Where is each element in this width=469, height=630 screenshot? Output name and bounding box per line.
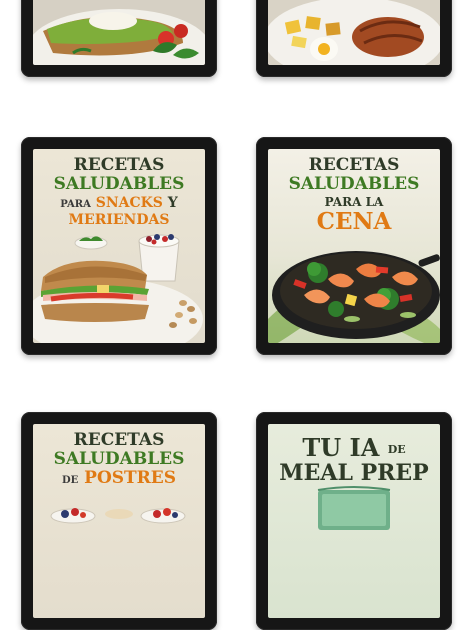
ebook-tablet-breakfast[interactable] (21, 0, 217, 77)
ebook-tablet-desserts[interactable]: RECETAS SALUDABLES DE POSTRES (21, 412, 217, 630)
cover-title-line2: SALUDABLES (53, 174, 185, 194)
cover-title-ia: TU IA (302, 433, 380, 462)
food-photo-chicken-egg-plate (268, 0, 440, 65)
cover-title-line3: PARA SNACKS Y (33, 196, 205, 210)
cover-title-line1: RECETAS (73, 155, 165, 175)
ebook-cover-desserts: RECETAS SALUDABLES DE POSTRES (33, 424, 205, 618)
ebook-tablet-meal-prep[interactable]: TU IA DE MEAL PREP (256, 412, 452, 630)
ebook-tablet-lunch[interactable] (256, 0, 452, 77)
cover-title-prefix: PARA (60, 199, 91, 210)
cover-title-line4: MERIENDAS (68, 212, 170, 228)
ebook-cover-lunch (268, 0, 440, 65)
cover-title-suffix: Y (167, 195, 178, 211)
ebook-cover-snacks: RECETAS SALUDABLES PARA SNACKS Y MERIEND… (33, 149, 205, 343)
cover-title-highlight: POSTRES (84, 468, 177, 488)
cover-title-highlight: SNACKS (95, 195, 163, 211)
cover-title-line1: TU IA DE (268, 436, 440, 460)
ebook-cover-dinner: RECETAS SALUDABLES PARA LA CENA (268, 149, 440, 343)
cover-title-line3: DE POSTRES (33, 470, 205, 487)
food-photo-toast-avocado (33, 0, 205, 65)
cover-title-de: DE (387, 443, 406, 456)
cover-title-line3: PARA LA (324, 195, 384, 209)
cover-title-line1: RECETAS (308, 155, 400, 175)
cover-title-line2: MEAL PREP (279, 460, 429, 486)
cover-title-prefix: DE (61, 475, 79, 486)
cover-title-line2: SALUDABLES (53, 449, 185, 469)
ebook-cover-meal-prep: TU IA DE MEAL PREP (268, 424, 440, 618)
ebook-cover-breakfast (33, 0, 205, 65)
ebook-tablet-snacks[interactable]: RECETAS SALUDABLES PARA SNACKS Y MERIEND… (21, 137, 217, 355)
cover-title-line4: CENA (316, 208, 392, 235)
cover-title-line2: SALUDABLES (288, 174, 420, 194)
ebook-tablet-dinner[interactable]: RECETAS SALUDABLES PARA LA CENA (256, 137, 452, 355)
cover-title-line1: RECETAS (73, 430, 165, 450)
